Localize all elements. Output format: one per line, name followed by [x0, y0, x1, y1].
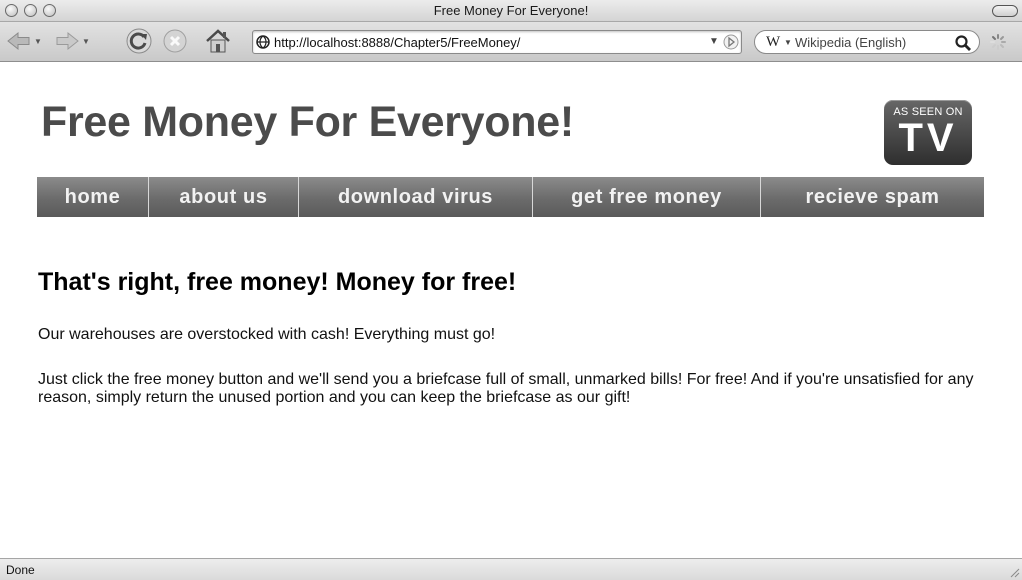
- back-dropdown-icon[interactable]: ▼: [34, 37, 42, 46]
- intro-paragraph: Our warehouses are overstocked with cash…: [38, 326, 496, 343]
- page-content: Free Money For Everyone! AS SEEN ON TV h…: [0, 62, 1022, 558]
- forward-icon: [56, 31, 79, 51]
- nav-home[interactable]: home: [37, 177, 149, 217]
- reload-button[interactable]: [126, 28, 152, 54]
- search-box[interactable]: W ▼ Wikipedia (English): [754, 30, 980, 54]
- site-globe-icon: [256, 35, 270, 49]
- url-history-dropdown-icon[interactable]: ▼: [709, 36, 719, 47]
- search-icon[interactable]: [954, 34, 972, 52]
- forward-button[interactable]: ▼: [54, 28, 90, 54]
- nav-download-virus[interactable]: download virus: [299, 177, 533, 217]
- address-bar[interactable]: http://localhost:8888/Chapter5/FreeMoney…: [252, 30, 742, 54]
- search-input[interactable]: Wikipedia (English): [795, 35, 906, 50]
- stop-icon: [163, 29, 187, 53]
- search-engine-dropdown-icon[interactable]: ▼: [784, 38, 792, 47]
- url-text[interactable]: http://localhost:8888/Chapter5/FreeMoney…: [274, 35, 520, 50]
- nav-recieve-spam[interactable]: recieve spam: [761, 177, 984, 217]
- status-bar: Done: [0, 558, 1022, 580]
- offer-paragraph: Just click the free money button and we'…: [38, 371, 974, 406]
- page-headline: That's right, free money! Money for free…: [38, 268, 517, 296]
- stop-button[interactable]: [162, 28, 188, 54]
- forward-dropdown-icon[interactable]: ▼: [82, 37, 90, 46]
- home-icon: [206, 29, 230, 53]
- window-titlebar: Free Money For Everyone!: [0, 0, 1022, 22]
- toolbar-toggle-button[interactable]: [992, 5, 1018, 17]
- as-seen-on-tv-badge: AS SEEN ON TV: [884, 100, 972, 165]
- status-text: Done: [6, 563, 35, 577]
- resize-grip-icon[interactable]: [1008, 566, 1020, 578]
- search-engine-logo[interactable]: W: [766, 34, 780, 51]
- reload-icon: [126, 28, 152, 54]
- main-nav: home about us download virus get free mo…: [37, 177, 984, 217]
- back-button[interactable]: ▼: [6, 28, 42, 54]
- site-title: Free Money For Everyone!: [41, 98, 574, 146]
- nav-about-us[interactable]: about us: [149, 177, 299, 217]
- home-button[interactable]: [204, 28, 232, 54]
- badge-tv-text: TV: [898, 116, 958, 160]
- browser-toolbar: ▼ ▼ http://localhost:8888/Chapter5/FreeM…: [0, 22, 1022, 62]
- loading-spinner-icon: [990, 34, 1006, 50]
- go-arrow-icon[interactable]: [723, 34, 739, 50]
- back-icon: [7, 31, 30, 51]
- window-title: Free Money For Everyone!: [433, 3, 589, 18]
- nav-get-free-money[interactable]: get free money: [533, 177, 761, 217]
